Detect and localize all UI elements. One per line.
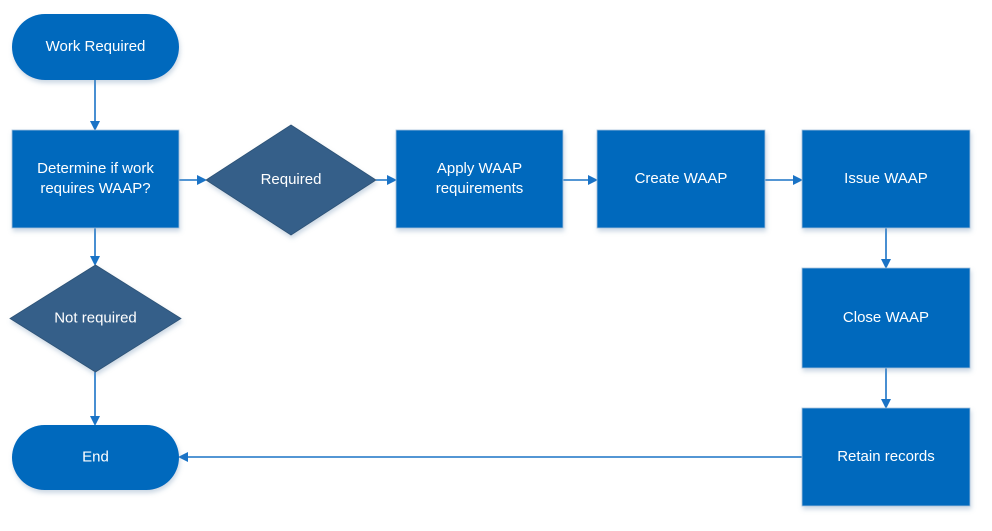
node-label: requirements bbox=[436, 180, 524, 197]
node-label: Create WAAP bbox=[635, 170, 728, 187]
node-label: Retain records bbox=[837, 448, 935, 465]
node-label: requires WAAP? bbox=[40, 180, 150, 197]
node-label: Close WAAP bbox=[843, 309, 929, 326]
node-issue[interactable]: Issue WAAP bbox=[801, 129, 971, 229]
node-label: Determine if work bbox=[37, 160, 154, 177]
flowchart-canvas: Work Required Determine if work requires W… bbox=[9, 14, 971, 507]
node-end[interactable]: End bbox=[12, 425, 179, 490]
node-create[interactable]: Create WAAP bbox=[596, 129, 766, 229]
node-determine[interactable]: Determine if work requires WAAP? bbox=[11, 129, 180, 229]
node-label: Apply WAAP bbox=[437, 160, 522, 177]
node-work-required[interactable]: Work Required bbox=[12, 14, 179, 80]
node-label: Work Required bbox=[46, 38, 146, 55]
node-apply[interactable]: Apply WAAP requirements bbox=[395, 129, 564, 229]
node-label: Not required bbox=[54, 309, 137, 326]
node-not-required[interactable]: Not required bbox=[9, 264, 182, 373]
node-label: Issue WAAP bbox=[844, 170, 928, 187]
node-label: Required bbox=[261, 171, 322, 188]
nodes: Work Required Determine if work requires W… bbox=[9, 14, 971, 507]
node-label: End bbox=[82, 448, 109, 465]
node-required[interactable]: Required bbox=[205, 124, 377, 236]
node-retain[interactable]: Retain records bbox=[801, 407, 971, 507]
node-close[interactable]: Close WAAP bbox=[801, 267, 971, 369]
